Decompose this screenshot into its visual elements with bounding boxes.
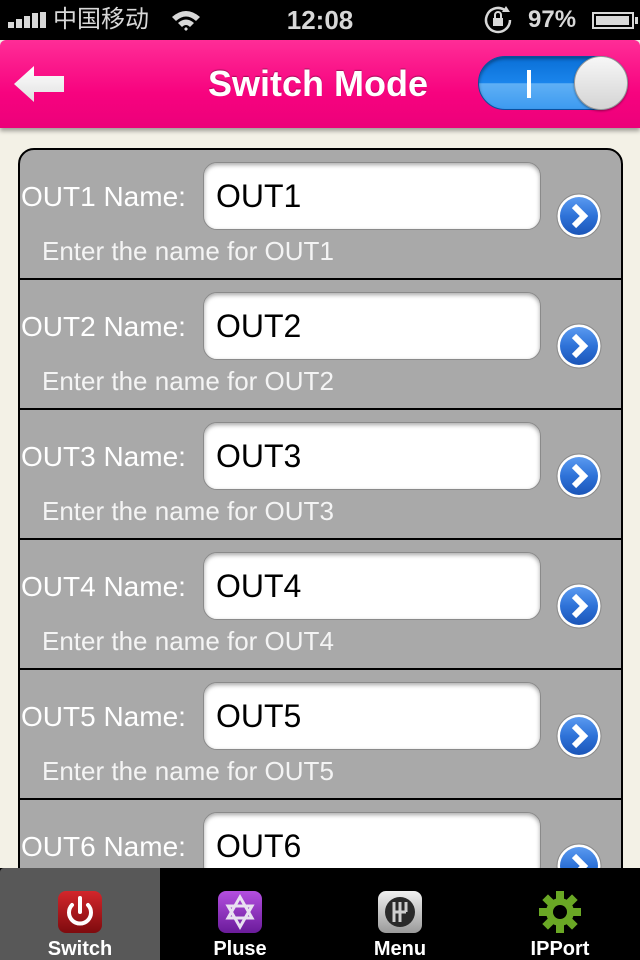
tab-label: IPPort <box>530 938 590 960</box>
output-row: OUT5 Name: Enter the name for OUT5 <box>20 670 621 800</box>
detail-disclosure-button[interactable] <box>555 192 603 240</box>
output-name-input[interactable] <box>203 292 541 360</box>
power-icon <box>58 891 102 933</box>
output-name-hint: Enter the name for OUT3 <box>42 496 334 526</box>
gear-shift-icon <box>378 891 422 933</box>
star-of-david-icon <box>218 891 262 933</box>
battery-percent: 97% <box>528 6 577 33</box>
output-row: OUT1 Name: Enter the name for OUT1 <box>20 150 621 280</box>
output-row: OUT4 Name: Enter the name for OUT4 <box>20 540 621 670</box>
page-title: Switch Mode <box>207 63 428 104</box>
arrow-left-icon <box>14 66 64 102</box>
output-name-label: OUT5 Name: <box>21 701 186 732</box>
tab-pluse[interactable]: Pluse <box>160 868 320 960</box>
back-button[interactable] <box>12 62 68 106</box>
output-name-hint: Enter the name for OUT2 <box>42 366 334 396</box>
tab-switch[interactable]: Switch <box>0 868 160 960</box>
output-row: OUT3 Name: Enter the name for OUT3 <box>20 410 621 540</box>
toggle-knob[interactable] <box>574 56 628 110</box>
detail-disclosure-button[interactable] <box>555 322 603 370</box>
gear-icon <box>539 891 581 933</box>
tab-bar: Switch Pluse Menu IPPort <box>0 868 640 960</box>
output-names-list: OUT1 Name: Enter the name for OUT1 OUT2 Na… <box>18 148 623 908</box>
output-name-input[interactable] <box>203 552 541 620</box>
detail-disclosure-button[interactable] <box>555 712 603 760</box>
status-bar: 中国移动 12:08 97% <box>0 0 640 40</box>
output-name-label: OUT6 Name: <box>21 831 186 862</box>
output-name-hint: Enter the name for OUT4 <box>42 626 334 656</box>
output-name-input[interactable] <box>203 422 541 490</box>
tab-label: Menu <box>373 938 427 960</box>
detail-disclosure-button[interactable] <box>555 452 603 500</box>
battery-icon <box>592 12 638 29</box>
output-row: OUT2 Name: Enter the name for OUT2 <box>20 280 621 410</box>
output-name-label: OUT1 Name: <box>21 181 186 212</box>
output-name-hint: Enter the name for OUT1 <box>42 236 334 266</box>
output-name-label: OUT4 Name: <box>21 571 186 602</box>
tab-label: Switch <box>47 938 113 960</box>
output-name-label: OUT3 Name: <box>21 441 186 472</box>
output-name-hint: Enter the name for OUT5 <box>42 756 334 786</box>
tab-menu[interactable]: Menu <box>320 868 480 960</box>
tab-label: Pluse <box>213 938 267 960</box>
detail-disclosure-button[interactable] <box>555 582 603 630</box>
tab-ipport[interactable]: IPPort <box>480 868 640 960</box>
rotation-lock-icon <box>484 6 512 34</box>
nav-bar: Switch Mode <box>0 40 640 128</box>
toggle-on-indicator <box>527 70 531 98</box>
mode-toggle-switch[interactable] <box>478 56 628 110</box>
output-name-input[interactable] <box>203 682 541 750</box>
output-name-label: OUT2 Name: <box>21 311 186 342</box>
output-name-input[interactable] <box>203 162 541 230</box>
